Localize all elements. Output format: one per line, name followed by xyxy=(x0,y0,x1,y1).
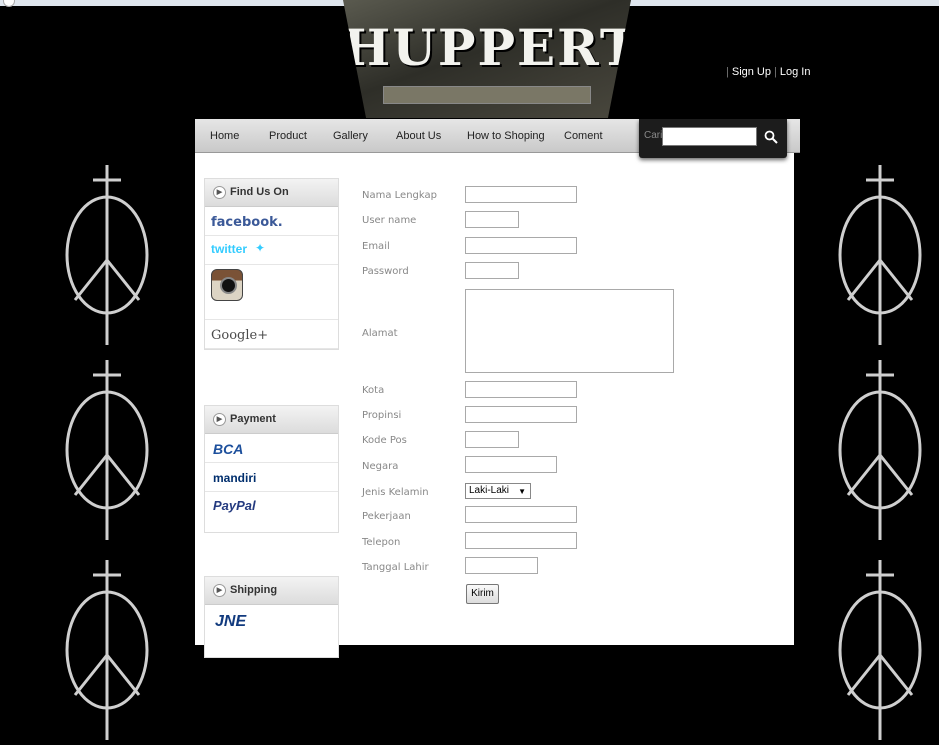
bca-row: BCA xyxy=(205,434,338,463)
label-telepon: Telepon xyxy=(362,537,401,548)
instagram-row[interactable] xyxy=(205,265,338,320)
peace-sign-right-3 xyxy=(838,560,922,740)
input-kota[interactable] xyxy=(465,381,577,398)
facebook-logo[interactable]: facebook. xyxy=(211,215,283,230)
bca-logo: BCA xyxy=(213,441,244,457)
nav-coment[interactable]: Coment xyxy=(564,130,603,142)
input-propinsi[interactable] xyxy=(465,406,577,423)
nav-product[interactable]: Product xyxy=(269,130,307,142)
label-kota: Kota xyxy=(362,385,385,396)
paypal-logo: PayPal xyxy=(213,498,256,513)
label-alamat: Alamat xyxy=(362,328,398,339)
nav-how-to-shoping[interactable]: How to Shoping xyxy=(467,130,545,142)
input-negara[interactable] xyxy=(465,456,557,473)
label-email: Email xyxy=(362,241,390,252)
googleplus-row[interactable]: Google+ xyxy=(205,320,338,349)
nav-home[interactable]: Home xyxy=(210,130,239,142)
search-box: Cari xyxy=(639,119,787,158)
select-jenis-kelamin[interactable]: Laki-Laki ▼ xyxy=(465,483,531,499)
shipping-box: ▶ Shipping JNE xyxy=(204,576,339,658)
nav-gallery[interactable]: Gallery xyxy=(333,130,368,142)
peace-sign-left-1 xyxy=(65,165,149,345)
account-links: | Sign Up | Log In xyxy=(726,66,811,78)
submit-button[interactable]: Kirim xyxy=(466,584,499,604)
search-label: Cari xyxy=(644,130,663,141)
signup-link[interactable]: Sign Up xyxy=(732,66,771,78)
twitter-row[interactable]: twitter ✦ xyxy=(205,236,338,265)
facebook-row[interactable]: facebook. xyxy=(205,207,338,236)
brand-banner: HUPPERTS xyxy=(343,0,631,118)
mandiri-row: mandiri xyxy=(205,463,338,492)
twitter-logo[interactable]: twitter xyxy=(211,242,247,256)
jne-row: JNE xyxy=(205,605,338,633)
peace-sign-left-2 xyxy=(65,360,149,540)
input-alamat[interactable] xyxy=(465,289,674,373)
payment-box: ▶ Payment BCA mandiri PayPal xyxy=(204,405,339,533)
peace-sign-right-1 xyxy=(838,165,922,345)
label-tanggal-lahir: Tanggal Lahir xyxy=(362,562,429,573)
login-link[interactable]: Log In xyxy=(780,66,811,78)
dropdown-arrow-icon: ▼ xyxy=(518,487,526,496)
instagram-logo-icon[interactable] xyxy=(211,269,243,301)
input-pekerjaan[interactable] xyxy=(465,506,577,523)
play-icon: ▶ xyxy=(213,185,226,199)
shipping-header: ▶ Shipping xyxy=(205,577,338,605)
search-icon xyxy=(764,130,778,144)
search-button[interactable] xyxy=(760,127,782,147)
input-tanggal-lahir[interactable] xyxy=(465,557,538,574)
input-password[interactable] xyxy=(465,262,519,279)
input-telepon[interactable] xyxy=(465,532,577,549)
brand-title: HUPPERTS xyxy=(343,18,678,77)
mandiri-logo: mandiri xyxy=(213,471,257,485)
label-password: Password xyxy=(362,266,409,277)
peace-sign-right-2 xyxy=(838,360,922,540)
label-negara: Negara xyxy=(362,461,399,472)
label-username: User name xyxy=(362,215,417,226)
circle-icon xyxy=(3,0,15,7)
payment-header: ▶ Payment xyxy=(205,406,338,434)
bird-icon: ✦ xyxy=(255,241,266,255)
play-icon: ▶ xyxy=(213,412,226,426)
find-us-box: ▶ Find Us On facebook. twitter ✦ Google+ xyxy=(204,178,339,350)
nav-about-us[interactable]: About Us xyxy=(396,130,441,142)
input-nama-lengkap[interactable] xyxy=(465,186,577,203)
paypal-row: PayPal xyxy=(205,492,338,532)
input-username[interactable] xyxy=(465,211,519,228)
googleplus-logo[interactable]: Google+ xyxy=(211,328,268,343)
search-input[interactable] xyxy=(662,127,757,146)
input-email[interactable] xyxy=(465,237,577,254)
label-propinsi: Propinsi xyxy=(362,410,402,421)
label-kode-pos: Kode Pos xyxy=(362,435,407,446)
input-kode-pos[interactable] xyxy=(465,431,519,448)
label-pekerjaan: Pekerjaan xyxy=(362,511,411,522)
jne-logo: JNE xyxy=(215,613,247,630)
play-icon: ▶ xyxy=(213,583,226,597)
brand-banner-strip xyxy=(383,86,591,104)
label-nama-lengkap: Nama Lengkap xyxy=(362,190,437,201)
label-jenis-kelamin: Jenis Kelamin xyxy=(362,487,429,498)
find-us-header: ▶ Find Us On xyxy=(205,179,338,207)
peace-sign-left-3 xyxy=(65,560,149,740)
